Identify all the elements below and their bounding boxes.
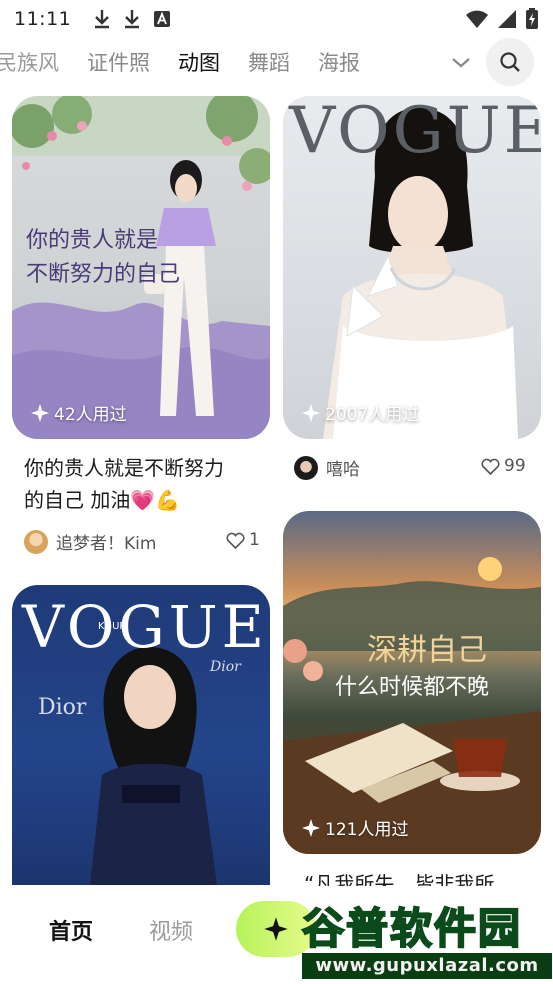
tab-poster[interactable]: 海报 — [318, 47, 360, 77]
wifi-icon — [466, 10, 488, 28]
search-button[interactable] — [486, 38, 534, 86]
image-text-line: 什么时候都不晚 — [334, 675, 489, 700]
tab-id-photo[interactable]: 证件照 — [87, 47, 150, 77]
feed-card-image[interactable]: VOGUE 2007人用过 — [283, 96, 541, 439]
usage-badge: 2007人用过 — [301, 400, 419, 425]
download-icon — [95, 10, 110, 29]
sparkle-icon — [264, 917, 288, 941]
site-watermark: 谷普软件园 www.gupuxlazal.com — [301, 895, 552, 983]
watermark-url: www.gupuxlazal.com — [302, 953, 552, 979]
signal-icon — [498, 10, 516, 28]
sparkle-icon — [31, 403, 49, 422]
sparkle-icon — [302, 403, 320, 422]
caption-line: “凡我所失，皆非我所 — [304, 872, 495, 886]
image-text-line: 不断努力的自己 — [26, 262, 181, 287]
avatar — [24, 529, 48, 554]
caption-line: 的自己 加油💗💪 — [24, 488, 181, 512]
font-a-icon — [154, 11, 171, 27]
usage-count: 2007人用过 — [325, 405, 420, 425]
usage-count: 121人用过 — [325, 820, 409, 840]
card-image-text: 深耕自己 什么时候都不晚 — [283, 631, 541, 705]
image-text-line: 你的贵人就是 — [26, 228, 159, 253]
image-text-brand: Dior — [38, 695, 87, 720]
heart-icon — [226, 532, 245, 549]
caption-line: 你的贵人就是不断努力 — [24, 456, 224, 480]
category-tabs: 民族风 证件照 动图 舞蹈 海报 — [0, 38, 553, 86]
like-count: 1 — [249, 530, 260, 550]
card-caption[interactable]: 你的贵人就是不断努力 的自己 加油💗💪 — [24, 452, 264, 516]
status-bar: 11:11 — [0, 0, 553, 38]
usage-badge: 42人用过 — [30, 400, 127, 425]
feed-card-image[interactable]: 深耕自己 什么时候都不晚 121人用过 — [283, 511, 541, 854]
author-name: 追梦者！Kim — [56, 534, 157, 554]
avatar — [294, 455, 318, 480]
watermark-title: 谷普软件园 — [301, 903, 523, 954]
feed-card-image[interactable]: VOGUE KHUF Dior Dior — [12, 585, 270, 885]
nav-video[interactable]: 视频 — [149, 914, 193, 946]
usage-count: 42人用过 — [54, 405, 127, 425]
image-text-small: KHUF — [98, 621, 126, 632]
battery-icon — [526, 8, 538, 29]
card-caption[interactable]: “凡我所失，皆非我所 — [304, 868, 544, 886]
search-icon — [500, 52, 520, 72]
image-text-line: 深耕自己 — [367, 633, 487, 668]
chevron-down-icon[interactable] — [449, 50, 473, 74]
download-icon — [125, 10, 140, 29]
vogue-title: VOGUE — [289, 96, 541, 168]
like-count: 99 — [504, 456, 526, 476]
card-author[interactable]: 嘻哈 — [294, 455, 360, 480]
vogue-title: VOGUE — [22, 593, 268, 661]
status-time: 11:11 — [14, 8, 72, 30]
tab-dance[interactable]: 舞蹈 — [248, 47, 290, 77]
card-author[interactable]: 追梦者！Kim — [24, 529, 156, 554]
card-image-text: 你的贵人就是 不断努力的自己 — [26, 224, 180, 292]
heart-icon — [481, 458, 500, 475]
author-name: 嘻哈 — [326, 460, 360, 480]
tab-animated[interactable]: 动图 — [176, 47, 222, 77]
usage-badge: 121人用过 — [301, 815, 408, 840]
nav-home[interactable]: 首页 — [49, 914, 93, 946]
image-text-script: Dior — [210, 659, 241, 675]
sparkle-icon — [302, 818, 320, 837]
like-button[interactable]: 1 — [226, 530, 260, 550]
tab-ethnic-style[interactable]: 民族风 — [0, 47, 59, 77]
like-button[interactable]: 99 — [481, 456, 526, 476]
tab-animated-label: 动图 — [178, 51, 220, 75]
feed-card-image[interactable]: 你的贵人就是 不断努力的自己 42人用过 — [12, 96, 270, 439]
